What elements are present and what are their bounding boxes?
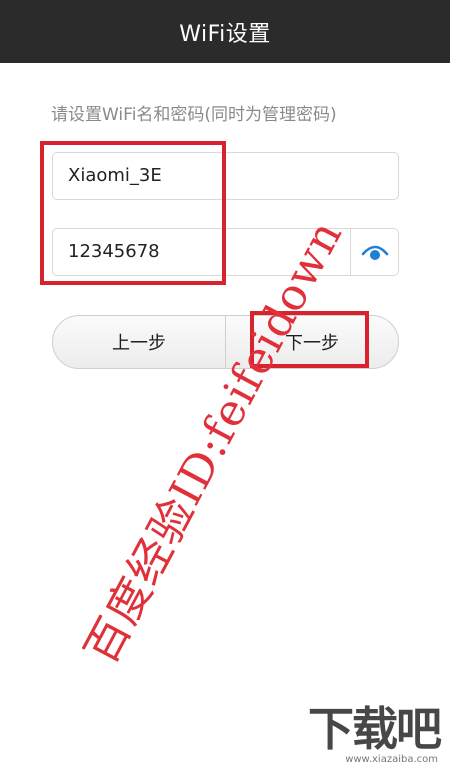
page-title: WiFi设置: [179, 21, 271, 47]
site-logo: 下载吧: [308, 702, 442, 756]
annotation-box-fields: [40, 141, 226, 285]
site-logo-url: www.xiazaiba.com: [345, 754, 438, 765]
show-password-toggle[interactable]: [351, 229, 398, 275]
title-bar: WiFi设置: [0, 0, 450, 63]
wifi-setup-hint: 请设置WiFi名和密码(同时为管理密码): [51, 105, 337, 125]
eye-icon: [361, 245, 388, 260]
prev-step-button[interactable]: 上一步: [53, 316, 225, 368]
